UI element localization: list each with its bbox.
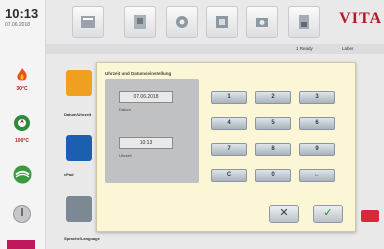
- datetime-tile[interactable]: [66, 70, 92, 96]
- time-field[interactable]: 10:13: [119, 137, 173, 149]
- confirm-button[interactable]: ✓: [313, 205, 343, 223]
- key-backspace[interactable]: ←: [299, 169, 335, 182]
- vpad-tile[interactable]: [66, 135, 92, 161]
- toolbar-button-program[interactable]: [72, 6, 104, 38]
- key-8[interactable]: 8: [255, 143, 291, 156]
- key-7[interactable]: 7: [211, 143, 247, 156]
- notification-badge[interactable]: [361, 210, 379, 222]
- program-list-icon: [81, 16, 95, 28]
- key-2[interactable]: 2: [255, 91, 291, 104]
- key-4[interactable]: 4: [211, 117, 247, 130]
- key-1[interactable]: 1: [211, 91, 247, 104]
- vacuum-icon[interactable]: [13, 114, 31, 132]
- clock-date: 07.06.2018: [5, 22, 31, 28]
- camera-icon: [256, 18, 268, 27]
- edit-icon: [134, 15, 146, 29]
- settings-icon: [176, 16, 188, 28]
- time-caption: Uhrzeit: [119, 153, 132, 158]
- top-toolbar: VITA: [46, 0, 384, 44]
- date-caption: Datum: [119, 107, 131, 112]
- language-tile[interactable]: [66, 196, 92, 222]
- toolbar-button-settings[interactable]: [166, 6, 198, 38]
- toolbar-button-edit[interactable]: [124, 6, 156, 38]
- furnace-state: 1 Ready: [296, 46, 313, 51]
- key-clear[interactable]: C: [211, 169, 247, 182]
- clock-time: 10:13: [5, 6, 39, 21]
- status-bar-bottom: [7, 240, 35, 249]
- status-sidebar: 10:13 07.06.2018 30°C 100°C: [0, 0, 46, 249]
- program-icon[interactable]: [13, 165, 32, 184]
- key-9[interactable]: 9: [299, 143, 335, 156]
- datetime-panel: 07.06.2018 Datum 10:13 Uhrzeit: [105, 79, 199, 183]
- vpad-icon: [216, 16, 228, 28]
- power-icon[interactable]: [13, 205, 31, 223]
- toolbar-button-vpad[interactable]: [206, 6, 238, 38]
- user-label: Laber: [342, 46, 354, 51]
- toolbar-button-info[interactable]: [288, 6, 320, 38]
- cancel-button[interactable]: ✕: [269, 205, 299, 223]
- info-icon: [299, 15, 309, 29]
- status-subrow: 1 Ready Laber: [46, 44, 384, 54]
- datetime-dialog: Uhrzeit und Datumseinstellung 07.06.2018…: [96, 62, 356, 232]
- key-3[interactable]: 3: [299, 91, 335, 104]
- language-tile-label: Sprache/Language: [64, 236, 100, 241]
- vacuum-temp-label: 100°C: [15, 138, 29, 144]
- furnace-temp-label: 30°C: [16, 86, 28, 92]
- brand-logo: VITA: [339, 10, 382, 27]
- key-0[interactable]: 0: [255, 169, 291, 182]
- key-5[interactable]: 5: [255, 117, 291, 130]
- key-6[interactable]: 6: [299, 117, 335, 130]
- toolbar-button-camera[interactable]: [246, 6, 278, 38]
- dialog-title: Uhrzeit und Datumseinstellung: [105, 71, 172, 76]
- date-field[interactable]: 07.06.2018: [119, 91, 173, 103]
- flame-icon: [17, 68, 27, 81]
